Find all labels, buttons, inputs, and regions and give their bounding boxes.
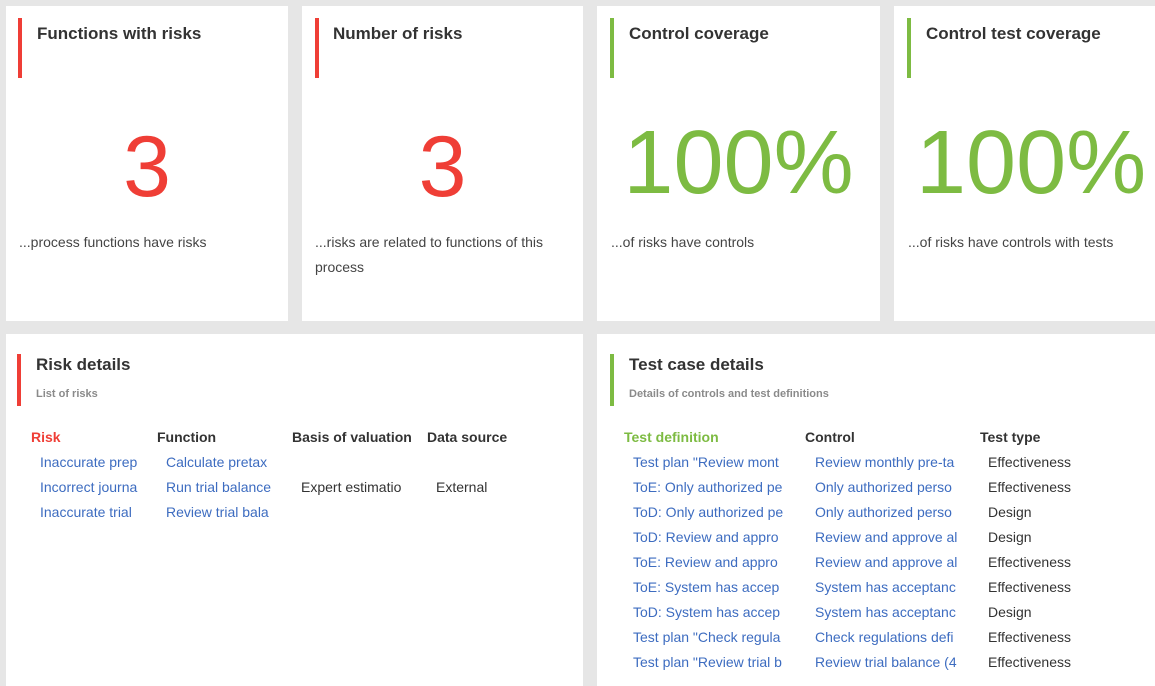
risk-table: Risk Function Basis of valuation Data so… <box>6 334 583 686</box>
control-link[interactable]: Review monthly pre-ta <box>815 454 972 470</box>
kpi-description: ...of risks have controls with tests <box>908 234 1114 250</box>
test-definition-link[interactable]: ToE: Review and appro <box>633 554 793 570</box>
test-definition-link[interactable]: Test plan "Check regula <box>633 629 793 645</box>
test-definition-link[interactable]: Test plan "Review mont <box>633 454 793 470</box>
risk-details-panel: Risk details List of risks Risk Function… <box>6 334 583 686</box>
card-accent <box>315 18 319 78</box>
kpi-title: Control coverage <box>629 24 769 43</box>
column-header-test-definition[interactable]: Test definition <box>624 429 719 445</box>
test-type-cell: Effectiveness <box>988 454 1072 470</box>
column-header-function[interactable]: Function <box>157 429 216 445</box>
control-link[interactable]: System has acceptanc <box>815 604 972 620</box>
test-type-cell: Effectiveness <box>988 579 1072 595</box>
column-header-basis-of-valuation[interactable]: Basis of valuation <box>292 429 412 445</box>
test-type-cell: Effectiveness <box>988 479 1072 495</box>
control-link[interactable]: Check regulations defi <box>815 629 972 645</box>
function-link[interactable]: Calculate pretax <box>166 454 280 470</box>
card-accent <box>610 18 614 78</box>
kpi-value: 100% <box>916 113 1147 213</box>
kpi-card-number-of-risks: Number of risks 3 ...risks are related t… <box>302 6 583 321</box>
basis-of-valuation-cell: Expert estimatio <box>301 479 402 495</box>
kpi-value: 3 <box>123 119 171 215</box>
card-accent <box>18 18 22 78</box>
data-source-cell: External <box>436 479 488 495</box>
test-type-cell: Effectiveness <box>988 554 1072 570</box>
test-definition-link[interactable]: Test plan "Review trial b <box>633 654 793 670</box>
test-type-cell: Effectiveness <box>988 654 1072 670</box>
kpi-title: Control test coverage <box>926 24 1101 43</box>
function-link[interactable]: Run trial balance <box>166 479 280 495</box>
test-definition-link[interactable]: ToD: System has accep <box>633 604 793 620</box>
kpi-card-functions-with-risks: Functions with risks 3 ...process functi… <box>6 6 288 321</box>
column-header-test-type[interactable]: Test type <box>980 429 1040 445</box>
kpi-description: ...process functions have risks <box>19 234 207 250</box>
kpi-description: ...risks are related to functions of thi… <box>315 234 543 275</box>
test-definition-link[interactable]: ToD: Only authorized pe <box>633 504 793 520</box>
kpi-title: Functions with risks <box>37 24 202 43</box>
column-header-control[interactable]: Control <box>805 429 855 445</box>
column-header-risk[interactable]: Risk <box>31 429 61 445</box>
control-link[interactable]: Only authorized perso <box>815 504 972 520</box>
test-definition-link[interactable]: ToE: Only authorized pe <box>633 479 793 495</box>
risk-link[interactable]: Inaccurate trial <box>40 504 144 520</box>
function-link[interactable]: Review trial bala <box>166 504 280 520</box>
control-link[interactable]: Only authorized perso <box>815 479 972 495</box>
kpi-card-control-test-coverage: Control test coverage 100% ...of risks h… <box>894 6 1155 321</box>
kpi-value: 3 <box>418 119 467 215</box>
test-type-cell: Effectiveness <box>988 629 1072 645</box>
kpi-value: 100% <box>623 113 854 213</box>
kpi-description: ...of risks have controls <box>611 234 755 250</box>
column-header-data-source[interactable]: Data source <box>427 429 507 445</box>
test-type-cell: Design <box>988 529 1032 545</box>
test-definition-link[interactable]: ToD: Review and appro <box>633 529 793 545</box>
test-definition-link[interactable]: ToE: System has accep <box>633 579 793 595</box>
test-type-cell: Design <box>988 604 1032 620</box>
kpi-card-control-coverage: Control coverage 100% ...of risks have c… <box>597 6 880 321</box>
test-case-table: Test definition Control Test type Test p… <box>597 334 1155 686</box>
card-accent <box>907 18 911 78</box>
control-link[interactable]: Review and approve al <box>815 529 972 545</box>
risk-link[interactable]: Inaccurate prep <box>40 454 144 470</box>
control-link[interactable]: System has acceptanc <box>815 579 972 595</box>
control-link[interactable]: Review and approve al <box>815 554 972 570</box>
kpi-title: Number of risks <box>333 24 463 43</box>
risk-link[interactable]: Incorrect journa <box>40 479 144 495</box>
control-link[interactable]: Review trial balance (4 <box>815 654 972 670</box>
test-type-cell: Design <box>988 504 1032 520</box>
test-case-details-panel: Test case details Details of controls an… <box>597 334 1155 686</box>
